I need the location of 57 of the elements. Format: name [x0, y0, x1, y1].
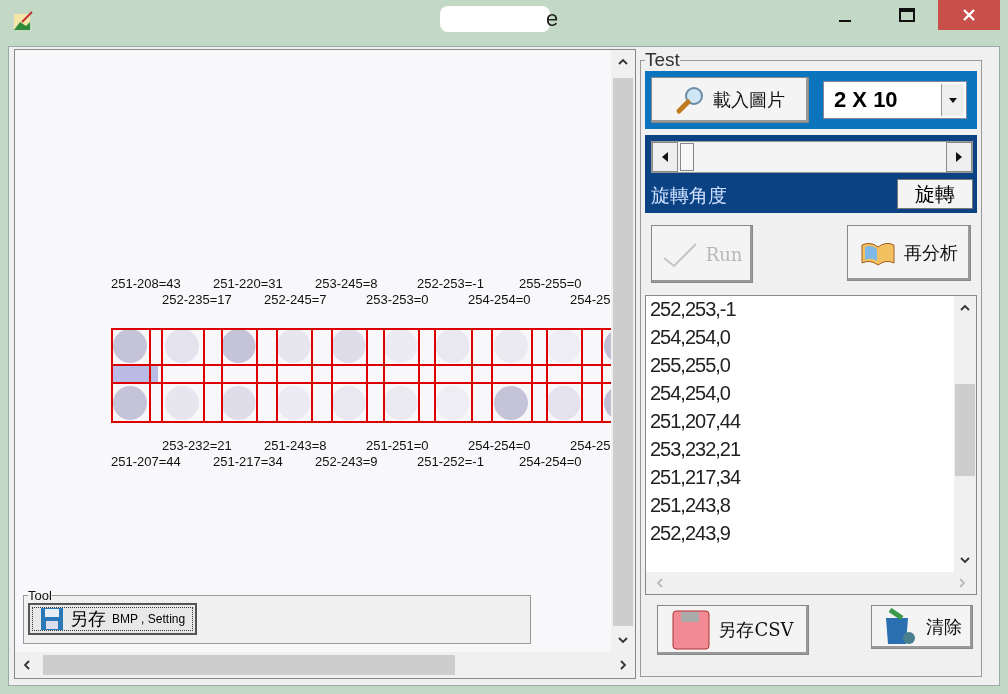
pixel-value-label: 254-254=0 [468, 292, 532, 308]
pixel-value-label: 255-255=0 [519, 276, 583, 292]
group-title: Tool [28, 588, 52, 603]
pixel-value-label: 253-245=8 [315, 276, 379, 292]
result-item[interactable]: 253,232,21 [650, 438, 954, 466]
pixel-value-label: 254-254=0 [468, 438, 532, 454]
result-item[interactable]: 252,253,-1 [650, 298, 954, 326]
result-item[interactable]: 251,243,8 [650, 494, 954, 522]
pixel-value-label: 251-207=44 [111, 454, 182, 470]
save-bmp-button[interactable]: 另存 BMP , Setting [28, 603, 198, 635]
result-item[interactable]: 254,254,0 [650, 382, 954, 410]
scroll-right-icon[interactable] [617, 659, 629, 671]
result-item[interactable]: 254,254,0 [650, 326, 954, 354]
app-icon [12, 10, 34, 32]
pixel-value-label: 251-243=8 [264, 438, 328, 454]
window-title: e [546, 6, 559, 32]
left-arrow-icon [662, 152, 668, 162]
pixel-value-label: 252-243=9 [315, 454, 379, 470]
result-item[interactable]: 251,217,34 [650, 466, 954, 494]
close-button[interactable] [938, 0, 1000, 30]
save-csv-button[interactable]: 另存CSV [657, 605, 809, 655]
clear-button[interactable]: 清除 [871, 605, 973, 649]
dropdown-caret-icon [949, 97, 957, 103]
layout-dropdown[interactable]: 2 X 10 [823, 81, 967, 119]
rotate-button[interactable]: 旋轉 [897, 179, 973, 209]
pixel-value-label: 252-245=7 [264, 292, 328, 308]
checkmark-icon [661, 240, 698, 268]
rotation-slider[interactable] [651, 141, 973, 173]
pixel-value-label: 254-25 [570, 292, 611, 308]
group-title: Test [645, 49, 680, 71]
maximize-icon [898, 7, 916, 23]
scroll-down-icon[interactable] [617, 634, 629, 646]
pixel-value-label: 251-251=0 [366, 438, 430, 454]
slider-thumb[interactable] [679, 143, 694, 171]
result-item[interactable]: 252,243,9 [650, 522, 954, 550]
rotation-angle-label: 旋轉角度 [651, 184, 727, 208]
result-item[interactable]: 251,207,44 [650, 410, 954, 438]
pixel-value-label: 251-220=31 [213, 276, 284, 292]
pixel-value-label: 253-253=0 [366, 292, 430, 308]
pixel-value-label: 252-253=-1 [417, 276, 485, 292]
result-item[interactable]: 255,255,0 [650, 354, 954, 382]
search-icon [675, 85, 705, 115]
pixel-value-label: 254-254=0 [519, 454, 583, 470]
minimize-icon [839, 20, 851, 22]
pixel-value-label: 254-25 [570, 438, 611, 454]
close-icon [962, 8, 976, 22]
load-image-button[interactable]: 載入圖片 [651, 77, 809, 123]
right-arrow-icon [956, 152, 962, 162]
scroll-left-icon[interactable] [21, 659, 33, 671]
scroll-down-icon[interactable] [959, 554, 971, 566]
pixel-value-label: 253-232=21 [162, 438, 233, 454]
pixel-value-label: 252-235=17 [162, 292, 233, 308]
reanalyze-button[interactable]: 再分析 [847, 225, 971, 281]
pixel-value-label: 251-252=-1 [417, 454, 485, 470]
vertical-scrollbar[interactable] [954, 296, 976, 572]
pixel-value-label: 251-217=34 [213, 454, 284, 470]
pixel-value-label: 251-208=43 [111, 276, 182, 292]
